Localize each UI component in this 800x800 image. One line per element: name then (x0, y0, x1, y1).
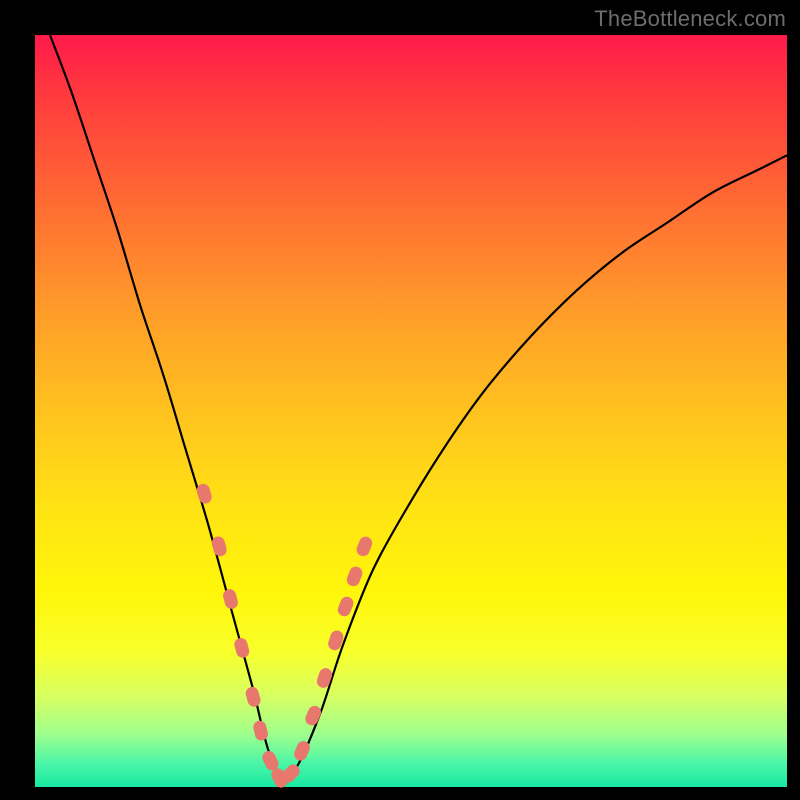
marker-dot (345, 565, 364, 588)
marker-dot (195, 482, 213, 505)
marker-dot (355, 535, 374, 558)
marker-dot (315, 666, 334, 689)
marker-dot (303, 704, 323, 728)
watermark-label: TheBottleneck.com (594, 6, 786, 32)
curve-svg (35, 35, 787, 787)
marker-dot (222, 588, 240, 611)
plot-area (35, 35, 787, 787)
chart-frame: TheBottleneck.com (0, 0, 800, 800)
bottleneck-curve (50, 35, 787, 780)
marker-dot (252, 719, 269, 742)
marker-dot (336, 595, 355, 618)
marker-dot (244, 685, 262, 708)
marker-dot (233, 637, 251, 660)
